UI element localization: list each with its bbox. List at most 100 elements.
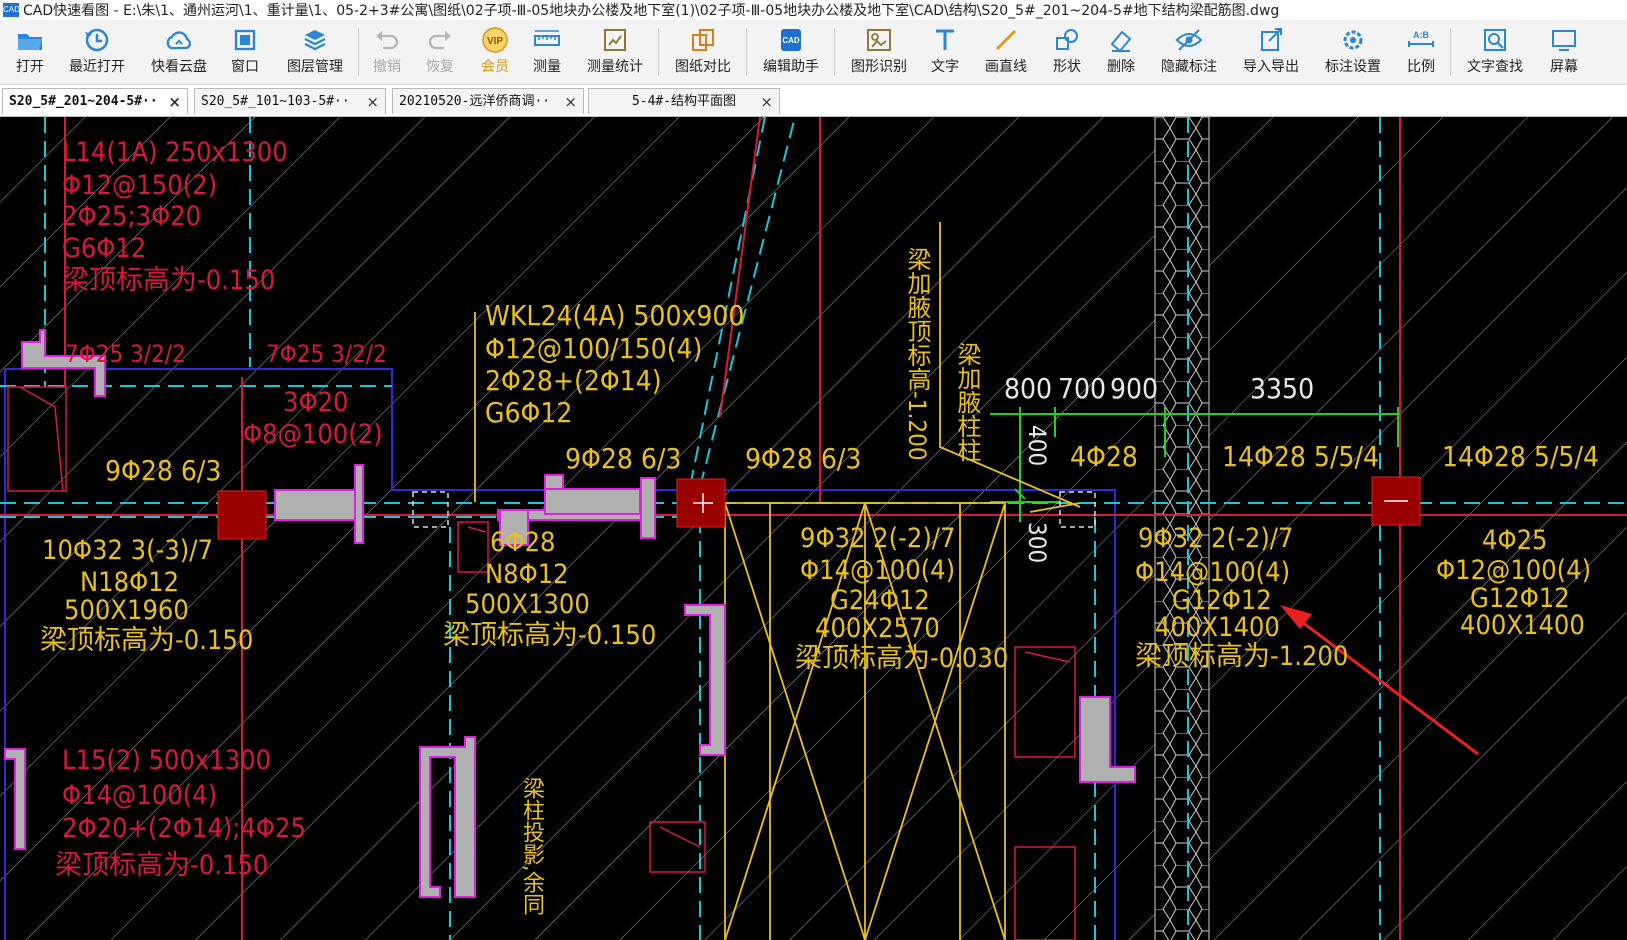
rebar-label[interactable]: 4Φ28 <box>1070 443 1138 471</box>
shape-recognize-icon <box>867 29 891 51</box>
tab-document-1[interactable]: S20_5#_201~204-5#·· × <box>2 88 188 114</box>
dimension-text[interactable]: 900 <box>1110 375 1158 403</box>
rebar-label[interactable]: 7Φ25 3/2/2 <box>65 342 186 366</box>
beam-label[interactable]: 500X1960 <box>64 597 189 624</box>
line-pencil-icon <box>995 29 1017 51</box>
tab-document-2[interactable]: S20_5#_101~103-5#·· × <box>194 88 386 114</box>
measure-button[interactable]: 测量 <box>530 26 564 82</box>
shape-recognize-button[interactable]: 图形识别 <box>848 26 910 82</box>
rebar-label[interactable]: 9Φ28 6/3 <box>105 457 221 485</box>
edit-helper-label: 编辑助手 <box>763 59 819 75</box>
beam-label[interactable]: N18Φ12 <box>80 569 179 596</box>
beam-label[interactable]: 10Φ32 3(-3)/7 <box>42 537 213 564</box>
beam-label[interactable]: 梁顶标高为-0.150 <box>40 627 253 654</box>
find-text-button[interactable]: 文字查找 <box>1464 26 1526 82</box>
beam-label[interactable]: 梁顶标高为-0.150 <box>443 622 656 649</box>
beam-label[interactable]: 梁顶标高为-1.200 <box>1135 643 1348 670</box>
delete-button[interactable]: 删除 <box>1104 26 1138 82</box>
vertical-note[interactable]: 梁加腋柱柱 <box>953 342 981 462</box>
beam-label[interactable]: 2Φ20+(2Φ14);4Φ25 <box>62 815 306 842</box>
beam-label[interactable]: G6Φ12 <box>485 399 572 427</box>
beam-label[interactable]: G6Φ12 <box>62 235 146 262</box>
dimension-text[interactable]: 3350 <box>1250 375 1314 403</box>
beam-label[interactable]: G12Φ12 <box>1172 587 1272 614</box>
redo-label: 恢复 <box>426 59 454 75</box>
beam-label[interactable]: 500X1300 <box>465 591 590 618</box>
beam-label[interactable]: 9Φ32 2(-2)/7 <box>800 525 955 552</box>
edit-helper-button[interactable]: CAD 编辑助手 <box>760 26 822 82</box>
vertical-note[interactable]: 梁柱投影,余同 <box>519 777 544 915</box>
vip-button[interactable]: VIP 会员 <box>478 26 512 82</box>
cad-drawing-canvas[interactable]: L14(1A) 250x1300 Φ12@150(2) 2Φ25;3Φ20 G6… <box>0 117 1627 940</box>
beam-label[interactable]: 400X2570 <box>815 615 940 642</box>
beam-label[interactable]: Φ14@100(4) <box>800 557 955 584</box>
dimension-text[interactable]: 400 <box>1023 425 1051 466</box>
beam-label[interactable]: Φ14@100(4) <box>62 782 217 809</box>
dimension-text[interactable]: 800 <box>1004 375 1052 403</box>
beam-label[interactable]: Φ12@100/150(4) <box>485 335 702 363</box>
import-export-label: 导入导出 <box>1243 59 1299 75</box>
scale-button[interactable]: A:B 比例 <box>1404 26 1438 82</box>
cloud-icon <box>166 31 191 50</box>
rebar-label[interactable]: 3Φ20 <box>283 389 348 416</box>
beam-label[interactable]: G12Φ12 <box>1470 585 1570 612</box>
beam-label[interactable]: 4Φ25 <box>1482 527 1547 554</box>
beam-label[interactable]: 梁顶标高为-0.030 <box>795 645 1008 672</box>
main-toolbar: 打开 最近打开 快看云盘 窗口 图层管理 撤销 恢复 VIP 会员 测量 测量统… <box>0 20 1627 85</box>
folder-open-icon <box>18 34 42 50</box>
redo-button[interactable]: 恢复 <box>423 26 457 82</box>
layers-button[interactable]: 图层管理 <box>284 26 346 82</box>
tab-document-4[interactable]: 5-4#-结构平面图 × <box>588 88 780 114</box>
window-button[interactable]: 窗口 <box>228 26 262 82</box>
hide-marks-label: 隐藏标注 <box>1161 59 1217 75</box>
svg-text:A:B: A:B <box>1413 30 1429 40</box>
cloud-button[interactable]: 快看云盘 <box>148 26 210 82</box>
beam-label[interactable]: Φ12@150(2) <box>62 172 217 199</box>
beam-label[interactable]: 9Φ32 2(-2)/7 <box>1138 525 1293 552</box>
undo-label: 撤销 <box>373 59 401 75</box>
tab-document-3[interactable]: 20210520-远洋侨商调·· × <box>392 88 584 114</box>
scale-label: 比例 <box>1407 59 1435 75</box>
rebar-label[interactable]: 7Φ25 3/2/2 <box>266 342 387 366</box>
shape-button[interactable]: 形状 <box>1050 26 1084 82</box>
beam-label[interactable]: Φ12@100(4) <box>1436 557 1591 584</box>
beam-label[interactable]: N8Φ12 <box>485 561 569 588</box>
vertical-note[interactable]: 梁加腋顶标高-1.200 <box>903 247 931 461</box>
screen-button[interactable]: 屏幕 <box>1544 26 1584 82</box>
undo-button[interactable]: 撤销 <box>370 26 404 82</box>
beam-label[interactable]: WKL24(4A) 500x900 <box>485 302 744 330</box>
close-icon[interactable]: × <box>564 89 577 114</box>
text-tool-button[interactable]: 文字 <box>928 26 962 82</box>
rebar-label[interactable]: 14Φ28 5/5/4 <box>1442 443 1599 471</box>
beam-label[interactable]: 2Φ28+(2Φ14) <box>485 367 662 395</box>
beam-label[interactable]: Φ14@100(4) <box>1135 559 1290 586</box>
hide-marks-button[interactable]: 隐藏标注 <box>1158 26 1220 82</box>
beam-label[interactable]: L14(1A) 250x1300 <box>62 139 288 166</box>
beam-label[interactable]: 梁顶标高为-0.150 <box>55 852 268 879</box>
beam-label[interactable]: 梁顶标高为-0.150 <box>62 267 275 294</box>
close-icon[interactable]: × <box>366 89 379 114</box>
close-icon[interactable]: × <box>168 89 181 114</box>
rebar-label[interactable]: 9Φ28 6/3 <box>565 445 681 473</box>
recent-button[interactable]: 最近打开 <box>66 26 128 82</box>
rebar-label[interactable]: Φ8@100(2) <box>243 421 383 448</box>
measure-stats-button[interactable]: 测量统计 <box>584 26 646 82</box>
title-bar: CAD CAD快速看图 - E:\朱\1、通州运河\1、重计量\1、05-2+3… <box>0 0 1627 20</box>
beam-label[interactable]: L15(2) 500x1300 <box>62 747 271 774</box>
beam-label[interactable]: 400X1400 <box>1155 614 1280 641</box>
beam-label[interactable]: 6Φ28 <box>490 529 555 556</box>
draw-line-button[interactable]: 画直线 <box>982 26 1030 82</box>
beam-label[interactable]: 400X1400 <box>1460 612 1585 639</box>
vip-label: 会员 <box>481 59 509 75</box>
close-icon[interactable]: × <box>760 89 773 114</box>
dimension-text[interactable]: 700 <box>1058 375 1106 403</box>
rebar-label[interactable]: 9Φ28 6/3 <box>745 445 861 473</box>
beam-label[interactable]: G24Φ12 <box>830 587 930 614</box>
mark-settings-button[interactable]: 标注设置 <box>1322 26 1384 82</box>
compare-button[interactable]: 图纸对比 <box>672 26 734 82</box>
rebar-label[interactable]: 14Φ28 5/5/4 <box>1222 443 1379 471</box>
open-button[interactable]: 打开 <box>10 26 50 82</box>
beam-label[interactable]: 2Φ25;3Φ20 <box>62 203 201 230</box>
dimension-text[interactable]: 300 <box>1023 522 1051 563</box>
import-export-button[interactable]: 导入导出 <box>1240 26 1302 82</box>
